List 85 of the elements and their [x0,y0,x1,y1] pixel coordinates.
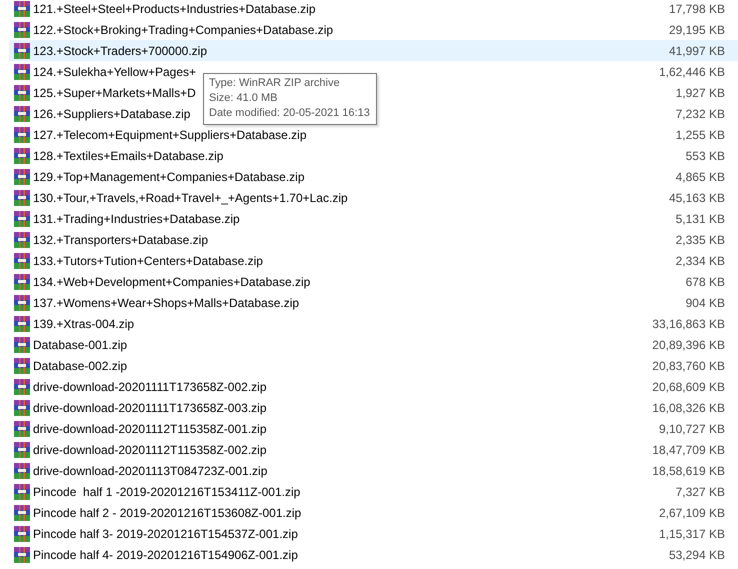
file-size: 41,997 KB [668,44,725,58]
file-size: 2,334 KB [676,254,725,268]
archive-icon [14,106,30,122]
file-size: 1,927 KB [676,86,725,100]
file-size: 2,335 KB [676,232,725,246]
file-name: 123.+Stock+Traders+700000.zip [33,44,208,58]
tooltip-text: Size: 41.0 MB [209,91,278,106]
archive-icon [14,22,30,38]
file-name: 122.+Stock+Broking+Trading+Companies+Database.zip [33,22,334,36]
file-name: drive-download-20201113T084723Z-001.zip [33,464,268,478]
tooltip-text: Date modified: 20-05-2021 16:13 [209,106,370,121]
file-name: Pincode half 4- 2019-20201216T154906Z-001.zip [33,548,298,562]
file-size: 4,865 KB [676,170,725,184]
archive-icon [14,316,30,332]
file-name: 126.+Suppliers+Database.zip [33,106,190,120]
archive-icon [14,0,30,16]
file-name: 139.+Xtras-004.zip [33,316,134,330]
file-size: 53,294 KB [668,548,725,562]
archive-icon [14,442,30,458]
file-size: 16,08,326 KB [652,400,725,414]
file-size: 18,47,709 KB [652,442,725,456]
file-name: drive-download-20201111T173658Z-002.zip [33,380,266,394]
archive-icon [14,190,30,206]
archive-icon [14,126,30,142]
file-size: 1,15,317 KB [658,526,725,540]
file-size: 5,131 KB [676,212,725,226]
file-size: 1,255 KB [676,128,725,142]
archive-icon [14,378,30,394]
file-size: 553 KB [686,148,725,162]
file-size: 33,16,863 KB [652,316,725,330]
archive-icon [14,400,30,416]
archive-icon [14,252,30,268]
file-size: 7,327 KB [676,484,725,498]
file-size: 2,67,109 KB [658,506,725,520]
tooltip-text: Type: WinRAR ZIP archive [209,76,340,91]
file-name: 129.+Top+Management+Companies+Database.zip [33,170,305,184]
file-size: 45,163 KB [668,190,725,204]
file-size: 17,798 KB [668,2,725,16]
file-name: Database-002.zip [33,358,128,372]
file-name: 137.+Womens+Wear+Shops+Malls+Database.zip [33,296,300,310]
file-size: 20,89,396 KB [652,338,725,352]
file-size: 18,58,619 KB [652,464,725,478]
archive-icon [14,274,30,290]
file-size: 7,232 KB [676,106,725,120]
file-name: 127.+Telecom+Equipment+Suppliers+Database.zip [33,128,307,142]
file-name: drive-download-20201112T115358Z-001.zip [33,422,266,436]
file-name: Pincode half 3- 2019-20201216T154537Z-001.zip [33,526,298,540]
archive-icon [14,232,30,248]
file-size: 678 KB [686,274,725,288]
file-name: drive-download-20201112T115358Z-002.zip [33,442,266,456]
archive-icon [14,484,30,500]
archive-icon [14,64,30,80]
archive-icon [14,526,30,542]
file-name: 130.+Tour,+Travels,+Road+Travel+_+Agents+1.70+Lac.zip [33,190,348,204]
archive-icon [14,148,30,164]
archive-icon [14,42,30,58]
archive-icon [14,294,30,310]
archive-icon [14,358,30,374]
file-size: 29,195 KB [668,22,725,36]
file-name: drive-download-20201111T173658Z-003.zip [33,400,266,414]
file-size: 20,83,760 KB [652,358,725,372]
file-size: 9,10,727 KB [658,422,725,436]
selected-row-highlight[interactable]: 123.+Stock+Traders+700000.zip 41,997 KB [9,40,738,61]
file-name: 134.+Web+Development+Companies+Database.zip [33,274,310,288]
file-name: 128.+Textiles+Emails+Database.zip [33,148,224,162]
file-name: 124.+Sulekha+Yellow+Pages+ [33,64,196,78]
archive-icon [14,84,30,100]
file-name: 133.+Tutors+Tution+Centers+Database.zip [33,254,263,268]
file-name: Pincode half 1 -2019-20201216T153411Z-001.zip [33,484,300,498]
file-name: Database-001.zip [33,338,128,352]
archive-icon [14,210,30,226]
file-size: 20,68,609 KB [652,380,725,394]
file-name: 125.+Super+Markets+Malls+D [33,86,196,100]
file-size: 1,62,446 KB [658,64,725,78]
archive-icon [14,336,30,352]
file-name: Pincode half 2 - 2019-20201216T153608Z-001.zip [33,506,302,520]
file-name: 121.+Steel+Steel+Products+Industries+Database.zip [33,2,316,16]
file-name: 131.+Trading+Industries+Database.zip [33,212,240,226]
archive-icon [14,546,30,562]
file-size: 904 KB [686,296,725,310]
file-name: 132.+Transporters+Database.zip [33,232,208,246]
archive-icon [14,504,30,520]
archive-icon [14,420,30,436]
archive-icon [14,168,30,184]
archive-icon [14,462,30,478]
